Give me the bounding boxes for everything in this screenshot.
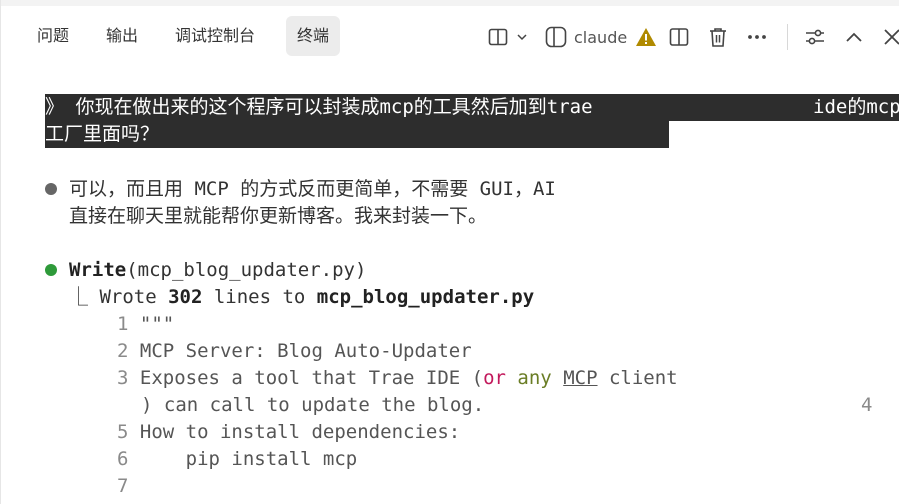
split-editor-icon xyxy=(669,28,689,46)
terminal-output[interactable]: 》 你现在做出来的这个程序可以封装成mcp的工具然后加到trae ide的mcp… xyxy=(45,92,899,504)
split-layout-icon xyxy=(488,28,508,46)
tool-result-line: ⎿ Wrote 302 lines to mcp_blog_updater.py xyxy=(69,284,534,311)
code-text: Exposes a tool that Trae IDE ( xyxy=(139,367,484,389)
terminal-profile-icon xyxy=(545,26,567,48)
trash-icon xyxy=(710,28,726,47)
prompt-text-2: 工厂里面吗？ xyxy=(45,123,160,145)
maximize-panel-button[interactable] xyxy=(843,24,865,50)
close-icon xyxy=(884,29,899,45)
tool-result-file: mcp_blog_updater.py xyxy=(316,286,535,308)
code-text: pip install mcp xyxy=(139,448,358,470)
tool-success-bullet xyxy=(45,264,57,276)
tab-output[interactable]: 输出 xyxy=(95,16,149,56)
chevron-up-icon xyxy=(846,32,862,42)
layout-dropdown[interactable] xyxy=(487,24,529,50)
tab-terminal[interactable]: 终端 xyxy=(286,16,341,56)
tool-arg: (mcp_blog_updater.py) xyxy=(126,259,367,281)
line-number: 4 xyxy=(861,394,873,416)
tool-call-line: Write(mcp_blog_updater.py) xyxy=(69,257,366,284)
line-number: 5 xyxy=(117,421,129,443)
line-number: 2 xyxy=(117,340,129,362)
code-line: 1 """ xyxy=(117,311,174,338)
warning-icon[interactable] xyxy=(635,27,657,47)
code-line: 6 pip install mcp xyxy=(117,446,357,473)
line-number: 1 xyxy=(117,313,129,335)
code-line-wrapped: ) can call to update the blog. xyxy=(141,392,484,419)
code-text: ) can call to update the blog. xyxy=(141,394,485,416)
panel-tab-bar: 问题 输出 调试控制台 终端 claude xyxy=(1,14,899,62)
tool-name: Write xyxy=(69,259,127,281)
code-line: 2 MCP Server: Blog Auto-Updater xyxy=(117,338,472,365)
kill-terminal-button[interactable] xyxy=(707,24,729,50)
code-line: 7 xyxy=(117,473,140,500)
line-number: 6 xyxy=(117,448,129,470)
terminal-profile-name: claude xyxy=(574,27,628,47)
prompt-text-1: 你现在做出来的这个程序可以封装成mcp的工具然后加到trae xyxy=(75,96,593,118)
line-number: 3 xyxy=(117,367,129,389)
toolbar-separator xyxy=(787,24,788,50)
terminal-panel: 问题 输出 调试控制台 终端 claude 》 你现在做出来的这个程序可以封装成… xyxy=(0,0,899,504)
panel-top-border xyxy=(1,0,899,6)
code-text: MCP Server: Blog Auto-Updater xyxy=(139,340,472,362)
code-text: How to install dependencies: xyxy=(139,421,461,443)
code-identifier: any xyxy=(517,367,552,389)
split-terminal-button[interactable] xyxy=(668,24,690,50)
code-line: 5 How to install dependencies: xyxy=(117,419,460,446)
prompt-text-1b: ide的mcp xyxy=(813,96,899,118)
tool-result-prefix: ⎿ Wrote xyxy=(69,286,169,308)
assistant-reply-line-1: 可以，而且用 MCP 的方式反而更简单，不需要 GUI，AI xyxy=(69,178,556,200)
code-text: client xyxy=(597,367,678,389)
assistant-bullet xyxy=(45,183,57,195)
code-line: 3 Exposes a tool that Trae IDE (or any M… xyxy=(117,365,678,392)
code-underlined: MCP xyxy=(563,367,598,389)
code-text: """ xyxy=(139,313,175,335)
panel-settings-button[interactable] xyxy=(804,24,826,50)
user-prompt-line-2: 工厂里面吗？ xyxy=(45,121,669,148)
line-number: 7 xyxy=(117,475,129,497)
user-prompt-line-1-tail: ide的mcp xyxy=(705,94,899,121)
settings-sliders-icon xyxy=(806,29,824,45)
tool-result-mid: lines to xyxy=(202,286,317,308)
more-icon xyxy=(748,35,766,39)
more-actions-button[interactable] xyxy=(746,24,768,50)
terminal-profile[interactable]: claude xyxy=(544,24,657,50)
assistant-reply-line-2: 直接在聊天里就能帮你更新博客。我来封装一下。 xyxy=(69,205,488,227)
tab-debug-console[interactable]: 调试控制台 xyxy=(164,16,266,56)
prompt-marker: 》 xyxy=(45,96,65,118)
tool-result-count: 302 xyxy=(168,286,203,308)
code-keyword: or xyxy=(483,367,506,389)
close-panel-button[interactable] xyxy=(881,24,899,50)
user-prompt-line-1: 》 你现在做出来的这个程序可以封装成mcp的工具然后加到trae xyxy=(45,94,705,121)
chevron-down-icon xyxy=(517,34,527,41)
tab-problems[interactable]: 问题 xyxy=(26,16,80,56)
